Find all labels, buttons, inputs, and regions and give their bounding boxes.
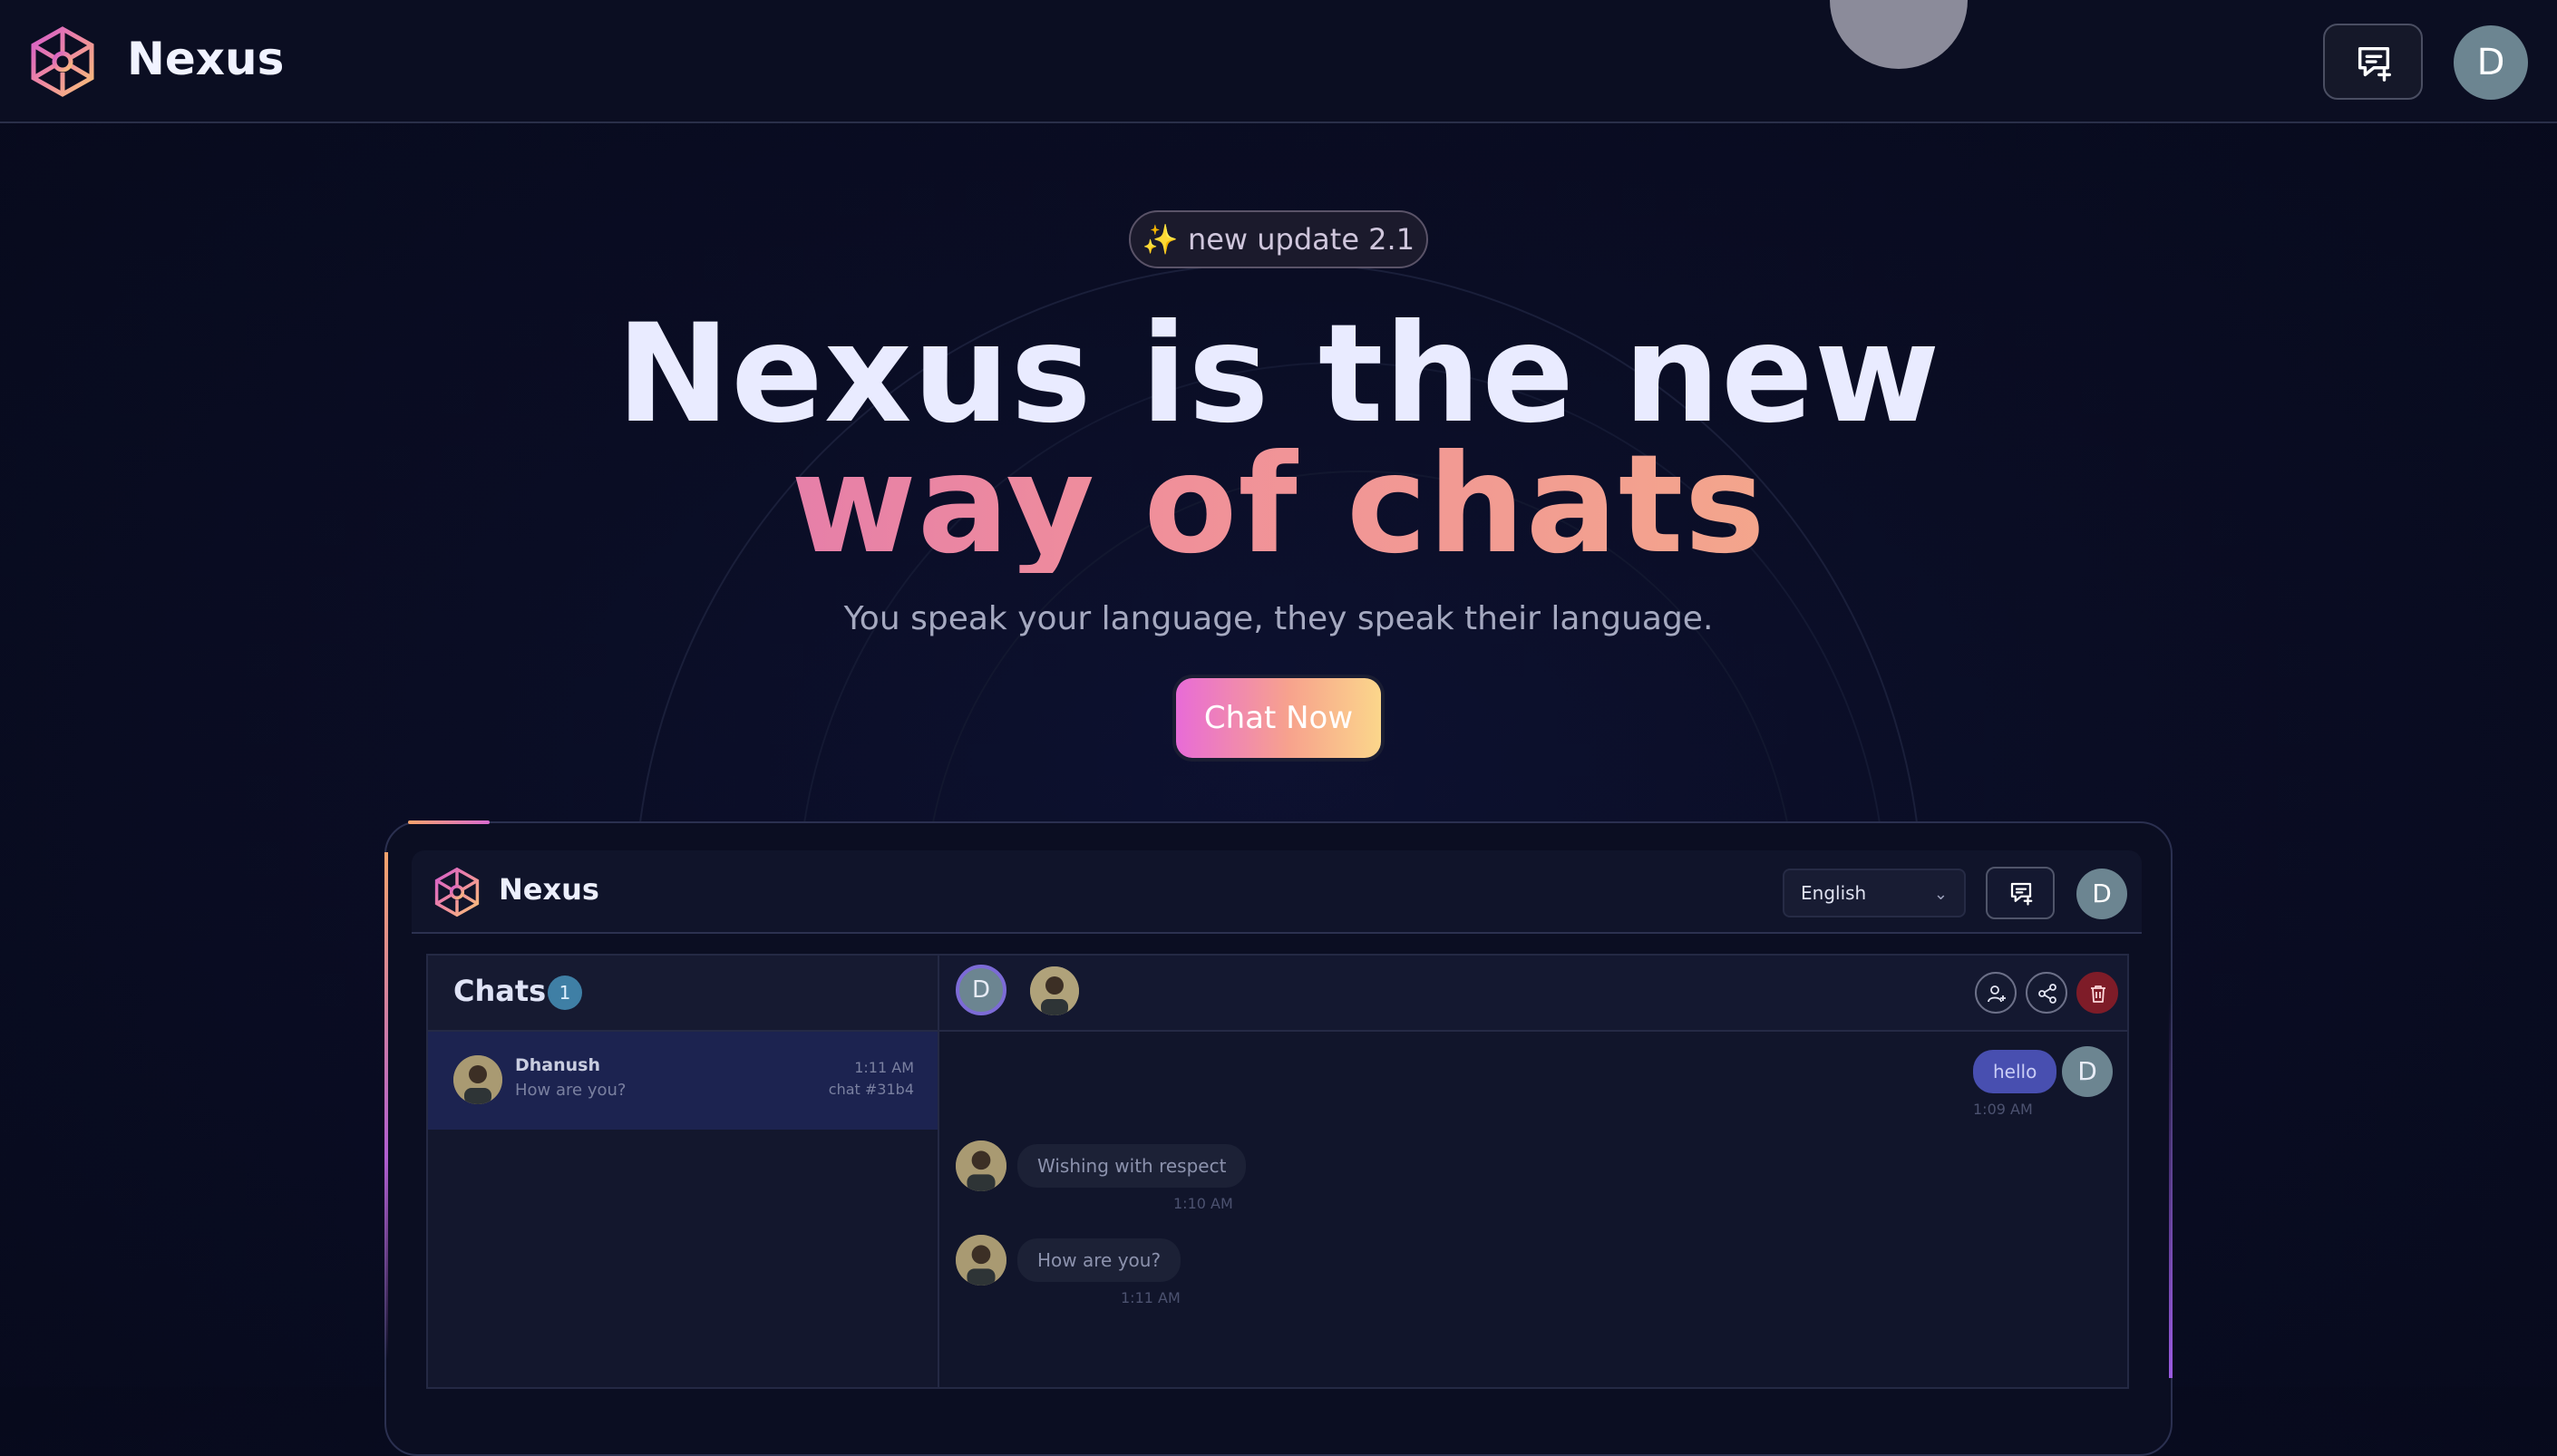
message-time: 1:11 AM — [1121, 1289, 1181, 1306]
brand-name[interactable]: Nexus — [127, 33, 284, 85]
chevron-down-icon: ⌄ — [1933, 885, 1948, 904]
preview-app-header: Nexus English ⌄ D — [412, 850, 2142, 934]
preview-app-title: Nexus — [499, 872, 599, 907]
top-navbar: Nexus D — [0, 0, 2557, 123]
message-plus-icon — [2010, 882, 2033, 906]
participant-avatar[interactable]: D — [956, 965, 1006, 1015]
frame-glow-accent — [384, 852, 388, 1360]
language-select[interactable]: English ⌄ — [1783, 869, 1966, 917]
message-bubble-received[interactable]: How are you? — [1017, 1238, 1181, 1282]
chat-now-button[interactable]: Chat Now — [1176, 678, 1381, 758]
sparkles-icon: ✨ — [1142, 222, 1179, 257]
message-avatar — [956, 1235, 1006, 1286]
chat-sidebar: Chats 1 Dhanush How are you? 1:11 AM cha… — [426, 954, 939, 1389]
headline-line-1: Nexus is the new — [616, 296, 1941, 453]
hero-subtitle: You speak your language, they speak thei… — [843, 600, 1714, 637]
language-select-value: English — [1801, 882, 1867, 904]
contact-name: Dhanush — [515, 1055, 601, 1075]
last-message-time: 1:11 AM — [854, 1059, 914, 1076]
chat-id: chat #31b4 — [828, 1081, 914, 1098]
trash-icon — [2091, 985, 2105, 1003]
share-button[interactable] — [2026, 972, 2067, 1014]
share-icon — [2038, 984, 2056, 1004]
chat-list-item[interactable]: Dhanush How are you? 1:11 AM chat #31b4 — [428, 1032, 938, 1130]
message-bubble-sent[interactable]: hello — [1973, 1050, 2057, 1093]
add-user-button[interactable] — [1975, 972, 2017, 1014]
user-plus-icon — [1988, 985, 2006, 1003]
decorative-circle — [1830, 0, 1968, 69]
contact-avatar — [453, 1055, 502, 1104]
nexus-logo-icon — [434, 867, 480, 917]
headline-line-2: way of chats — [0, 437, 2557, 573]
nexus-logo-icon[interactable] — [29, 25, 96, 98]
frame-glow-accent — [2169, 997, 2173, 1378]
user-avatar[interactable]: D — [2454, 25, 2528, 100]
update-badge-label: new update 2.1 — [1187, 222, 1415, 257]
new-chat-button[interactable] — [2323, 24, 2423, 100]
message-bubble-received[interactable]: Wishing with respect — [1017, 1144, 1247, 1188]
participant-avatar[interactable] — [1030, 966, 1079, 1015]
message-time: 1:09 AM — [1973, 1101, 2033, 1118]
message-time: 1:10 AM — [1173, 1195, 1233, 1212]
message-plus-icon — [2358, 46, 2391, 82]
hero-headline: Nexus is the new way of chats — [0, 306, 2557, 573]
update-badge[interactable]: ✨ new update 2.1 — [1129, 210, 1428, 268]
delete-chat-button[interactable] — [2076, 972, 2118, 1014]
frame-glow-accent — [408, 820, 490, 824]
sidebar-header: Chats 1 — [428, 956, 939, 1032]
sidebar-title: Chats — [453, 974, 547, 1008]
preview-new-chat-button[interactable] — [1986, 867, 2055, 919]
chat-pane: D hello D 1:09 AM Wishing with respect 1… — [938, 954, 2129, 1389]
preview-user-avatar[interactable]: D — [2076, 869, 2127, 919]
chat-count-badge: 1 — [548, 976, 582, 1010]
message-avatar: D — [2062, 1046, 2113, 1097]
chat-header: D — [939, 956, 2127, 1032]
last-message-preview: How are you? — [515, 1081, 627, 1100]
message-avatar — [956, 1141, 1006, 1191]
